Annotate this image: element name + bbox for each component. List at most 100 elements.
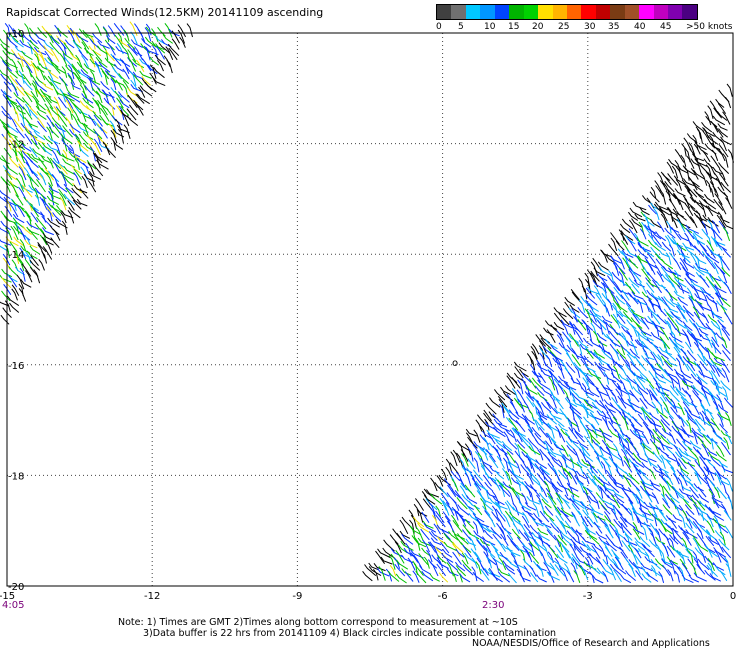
wind-barb	[630, 341, 638, 356]
wind-barb	[465, 518, 475, 529]
x-tick-label: -6	[438, 591, 448, 602]
wind-barb	[680, 425, 690, 438]
wind-barb	[472, 571, 484, 583]
wind-barb	[579, 343, 591, 353]
wind-barb	[596, 388, 604, 402]
wind-barb	[7, 295, 20, 307]
wind-barb	[647, 306, 653, 318]
wind-barb	[23, 90, 33, 103]
wind-barb	[641, 543, 652, 553]
wind-barb	[667, 461, 676, 473]
wind-barb	[592, 280, 604, 290]
wind-barb	[474, 551, 482, 563]
wind-swath-left	[0, 21, 193, 325]
wind-barb	[488, 567, 498, 581]
wind-barb	[628, 472, 640, 485]
wind-barb	[485, 402, 497, 415]
wind-barb	[122, 68, 130, 80]
y-tick-label: -12	[8, 140, 24, 151]
wind-barb	[483, 412, 494, 425]
wind-barb	[428, 559, 438, 569]
wind-barb	[475, 419, 483, 432]
wind-barb	[562, 498, 571, 510]
wind-barb	[383, 539, 395, 552]
wind-barb	[578, 277, 586, 293]
wind-barb	[139, 70, 152, 79]
wind-barb	[538, 565, 544, 577]
wind-barb	[510, 540, 520, 551]
wind-barb	[718, 552, 728, 563]
wind-barb	[472, 521, 479, 534]
wind-barb	[50, 48, 60, 62]
wind-barb	[681, 537, 689, 552]
wind-barb	[115, 79, 123, 91]
wind-barb	[570, 289, 581, 301]
wind-barb	[658, 571, 665, 584]
wind-barb	[662, 498, 671, 509]
wind-barb	[680, 311, 688, 323]
wind-barb	[724, 557, 730, 570]
wind-barb	[676, 218, 686, 233]
wind-barb	[491, 505, 499, 517]
wind-barb	[664, 349, 677, 362]
wind-barb	[624, 492, 634, 504]
wind-barb	[721, 336, 728, 348]
wind-barb	[561, 484, 569, 497]
wind-barb	[451, 514, 460, 527]
wind-barb	[442, 511, 451, 522]
wind-barb	[600, 383, 613, 392]
wind-barb	[0, 314, 10, 325]
wind-barb	[127, 43, 138, 56]
wind-barb	[626, 329, 634, 342]
wind-barb	[521, 492, 528, 505]
wind-barb	[704, 268, 714, 283]
wind-barb	[412, 570, 420, 583]
wind-barb	[373, 569, 379, 581]
wind-barb	[583, 425, 591, 439]
wind-barb	[684, 210, 695, 224]
wind-barb	[618, 520, 625, 534]
wind-barb	[698, 162, 710, 175]
wind-barb	[496, 539, 507, 552]
wind-barb	[571, 513, 581, 527]
wind-barb	[107, 42, 116, 56]
wind-barb	[511, 377, 521, 389]
wind-barb	[662, 564, 671, 576]
wind-barb	[564, 563, 571, 575]
wind-barb	[648, 502, 663, 512]
wind-barb	[24, 239, 38, 249]
wind-barb	[127, 94, 138, 109]
wind-barb	[12, 213, 25, 224]
wind-barb	[534, 432, 546, 445]
wind-barb	[629, 479, 641, 492]
wind-barb	[33, 269, 41, 284]
wind-barb	[675, 357, 683, 373]
wind-barb	[639, 536, 651, 548]
wind-barb	[547, 492, 557, 505]
wind-barb	[529, 565, 537, 577]
wind-barb	[655, 242, 666, 252]
wind-barb	[157, 26, 166, 37]
wind-barb	[111, 115, 123, 126]
wind-barb	[164, 23, 173, 38]
wind-barb	[15, 194, 24, 206]
wind-barb	[530, 572, 539, 583]
wind-barb	[567, 484, 575, 498]
wind-barb	[104, 145, 116, 159]
wind-barb	[640, 562, 653, 572]
wind-barb	[123, 29, 130, 42]
wind-barb	[677, 302, 686, 314]
wind-barb	[658, 207, 668, 222]
wind-barb	[689, 216, 698, 229]
wind-barb	[470, 548, 480, 560]
wind-barb	[682, 440, 693, 451]
wind-barb	[648, 299, 656, 313]
wind-barb	[92, 128, 103, 140]
wind-barb	[589, 552, 601, 564]
wind-barb	[598, 544, 606, 557]
wind-barb	[537, 449, 544, 461]
wind-barb	[705, 544, 713, 558]
wind-barb	[1, 277, 12, 289]
wind-barb	[682, 195, 691, 209]
wind-barb	[631, 461, 642, 475]
